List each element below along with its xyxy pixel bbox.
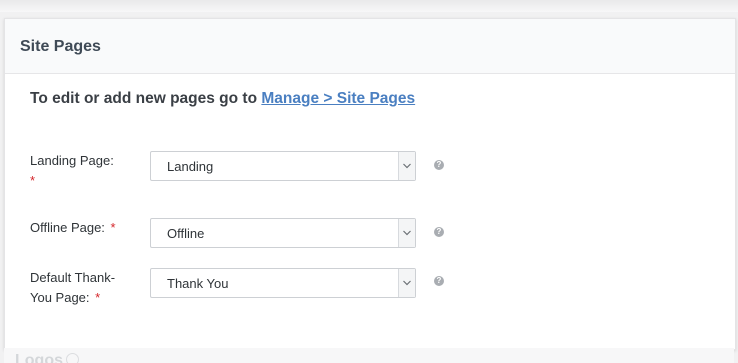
offline-page-select[interactable]: Offline [150, 218, 416, 248]
offline-page-select-value: Offline [167, 226, 205, 241]
thank-you-page-select[interactable]: Thank You [150, 268, 416, 298]
required-mark: * [30, 173, 36, 188]
offline-page-label: Offline Page: * [30, 218, 140, 238]
instruction-text: To edit or add new pages go to Manage > … [30, 90, 415, 108]
question-circle-icon[interactable]: ? [434, 160, 444, 170]
landing-page-label: Landing Page: * [30, 151, 140, 191]
screenshot-frame: Site Pages To edit or add new pages go t… [0, 0, 738, 363]
logos-section-title: Logos [15, 352, 63, 363]
landing-page-label-text: Landing Page: [30, 153, 114, 168]
manage-site-pages-link[interactable]: Manage > Site Pages [261, 90, 415, 107]
thank-you-page-select-value: Thank You [167, 276, 229, 291]
landing-page-select[interactable]: Landing [150, 151, 416, 181]
logos-section-header [4, 348, 734, 363]
question-circle-icon [66, 353, 79, 363]
instruction-prefix: To edit or add new pages go to [30, 90, 262, 107]
question-circle-icon[interactable]: ? [434, 227, 444, 237]
required-mark: * [110, 220, 116, 235]
required-mark: * [95, 290, 101, 305]
thank-you-page-label-line2: You Page: [30, 290, 90, 305]
panel-header: Site Pages [5, 19, 735, 74]
torn-edge [0, 0, 738, 12]
chevron-down-icon [403, 163, 411, 169]
select-arrow[interactable] [398, 152, 415, 180]
select-arrow[interactable] [398, 269, 415, 297]
landing-page-select-value: Landing [167, 159, 214, 174]
offline-page-label-text: Offline Page: [30, 220, 105, 235]
panel-title: Site Pages [20, 38, 101, 55]
chevron-down-icon [403, 230, 411, 236]
select-arrow[interactable] [398, 219, 415, 247]
thank-you-page-label: Default Thank- You Page: * [30, 268, 140, 308]
question-circle-icon[interactable]: ? [434, 276, 444, 286]
chevron-down-icon [403, 280, 411, 286]
thank-you-page-label-line1: Default Thank- [30, 270, 116, 285]
